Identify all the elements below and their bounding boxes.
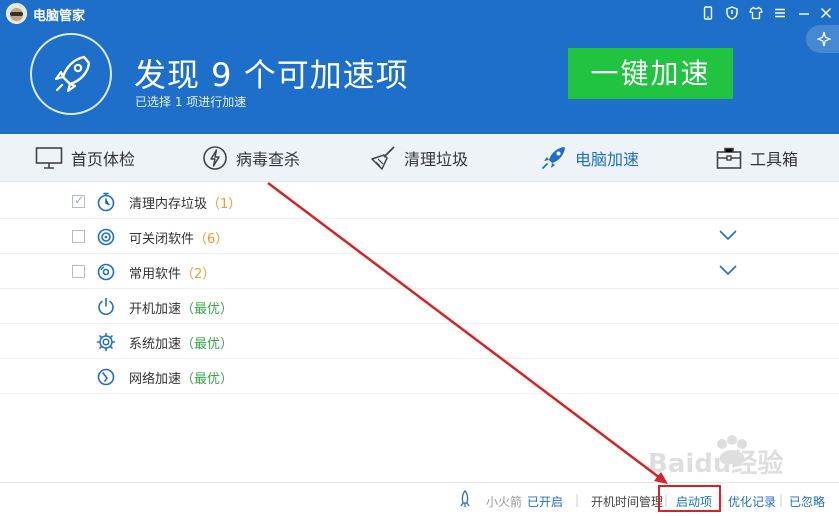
network-gauge-icon [97,368,115,386]
tab-label: 电脑加速 [575,150,640,169]
power-icon [98,297,114,315]
annotation-highlight-box [658,485,721,512]
optimize-history-link[interactable]: 优化记录 [728,493,776,510]
sparkle-icon[interactable] [806,25,839,53]
rocket-label: 小火箭 [486,495,523,509]
lightning-shield-icon [203,146,227,170]
chevron-down-icon[interactable] [718,264,738,276]
toolbox-icon [716,147,742,169]
item-label: 常用软件（2） [129,267,216,282]
phone-icon[interactable] [698,3,718,23]
list-item[interactable]: 网络加速（最优） [0,359,839,394]
selection-summary: 已选择 1 项进行加速 [135,95,247,109]
item-count: （1） [207,197,242,212]
header: 电脑管家 发现 9 个可加速项 已选择 1 项进行加速 一键加速 [0,0,839,134]
gear-icon [96,332,116,352]
tab-toolbox[interactable]: 工具箱 [716,134,798,182]
one-click-accelerate-button[interactable]: 一键加速 [568,48,733,99]
rocket-badge-icon [30,33,112,115]
ignored-items-link[interactable]: 已忽略 [789,493,825,510]
item-count: （6） [194,232,229,247]
broom-icon [371,146,395,170]
item-count: （2） [181,267,216,282]
svg-text:Baidu经验: Baidu经验 [648,448,783,476]
avatar[interactable] [6,3,27,24]
divider: | [779,493,784,507]
target-disc-icon [97,228,115,246]
item-status: （最优） [181,337,234,352]
tab-label: 清理垃圾 [404,150,469,169]
tab-label: 首页体检 [71,150,136,169]
app-title: 电脑管家 [33,9,86,24]
item-status: （最优） [181,372,234,387]
item-label: 开机加速（最优） [129,302,234,317]
item-label: 网络加速（最优） [129,372,234,387]
skin-shirt-icon[interactable] [746,3,766,23]
stopwatch-icon [97,192,115,212]
accelerate-item-list: 清理内存垃圾（1） 可关闭软件（6） 常用软件（2） 开机加速（最优） 系统加速… [0,184,839,394]
tab-home-checkup[interactable]: 首页体检 [35,134,135,182]
item-checkbox[interactable] [72,265,85,278]
divider: | [575,493,580,507]
chevron-down-icon[interactable] [718,229,738,241]
item-checkbox[interactable] [72,193,85,208]
rocket-icon [542,147,565,169]
baidu-watermark: Baidu经验 [648,435,783,476]
item-label: 系统加速（最优） [129,337,234,352]
tab-label: 病毒查杀 [236,150,301,169]
list-item[interactable]: 系统加速（最优） [0,324,839,359]
list-item[interactable]: 可关闭软件（6） [0,219,839,254]
title-bar: 电脑管家 [0,0,839,26]
item-status: （最优） [181,302,234,317]
item-checkbox[interactable] [72,230,85,243]
tab-label: 工具箱 [750,150,799,169]
tab-virus-scan[interactable]: 病毒查杀 [202,134,300,182]
list-item[interactable]: 清理内存垃圾（1） [0,184,839,219]
scan-result-headline: 发现 9 个可加速项 [134,56,409,94]
shield-icon[interactable] [722,3,742,23]
small-rocket-icon [460,490,470,507]
minimize-icon[interactable] [794,3,814,23]
app-window: 电脑管家 发现 9 个可加速项 已选择 1 项进行加速 一键加速 首页体检 病毒… [0,0,839,516]
list-item[interactable]: 常用软件（2） [0,254,839,289]
list-item[interactable]: 开机加速（最优） [0,289,839,324]
menu-icon[interactable] [770,3,790,23]
rocket-status[interactable]: 已开启 [527,493,563,510]
close-icon[interactable] [816,3,836,23]
disc-icon [97,263,115,281]
tab-clean-junk[interactable]: 清理垃圾 [370,134,468,182]
boot-time-manage-link[interactable]: 开机时间管理 [591,493,663,510]
tab-pc-accelerate[interactable]: 电脑加速 [541,134,639,182]
item-label: 清理内存垃圾（1） [129,197,242,212]
monitor-icon [35,147,63,169]
main-nav: 首页体检 病毒查杀 清理垃圾 电脑加速 工具箱 [0,134,839,182]
item-label: 可关闭软件（6） [129,232,229,247]
